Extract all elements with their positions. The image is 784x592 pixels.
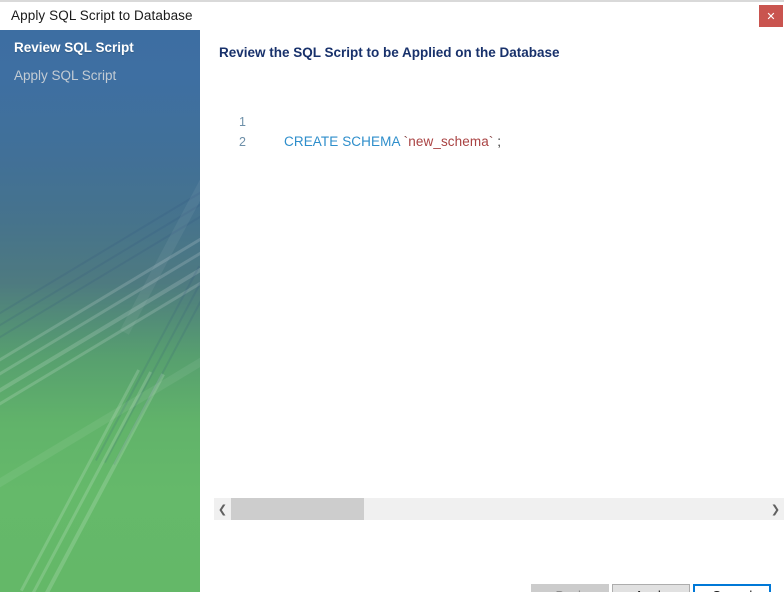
sidebar-item-review-sql-script[interactable]: Review SQL Script — [0, 40, 148, 55]
sidebar-decorative-streaks — [0, 30, 200, 592]
code-line: 1 CREATE SCHEMA `new_schema` ; — [200, 92, 784, 149]
dialog-button-bar: Back Apply Cancel — [200, 555, 784, 592]
line-number: 2 — [239, 135, 246, 149]
sidebar-item-apply-sql-script[interactable]: Apply SQL Script — [0, 68, 130, 83]
horizontal-scrollbar[interactable]: ❮ ❯ — [214, 498, 784, 520]
back-button[interactable]: Back — [531, 584, 609, 592]
sidebar-item-label: Apply SQL Script — [14, 68, 117, 83]
sql-script-editor[interactable]: 1 CREATE SCHEMA `new_schema` ; 2 — [200, 92, 784, 498]
sql-token-keyword: CREATE SCHEMA — [284, 134, 404, 149]
apply-button[interactable]: Apply — [612, 584, 690, 592]
scrollbar-track[interactable] — [231, 498, 767, 520]
title-bar: Apply SQL Script to Database ✕ — [0, 0, 784, 30]
close-icon-glyph: ✕ — [766, 9, 776, 23]
scroll-right-icon[interactable]: ❯ — [767, 498, 784, 520]
window-title: Apply SQL Script to Database — [11, 8, 193, 23]
scrollbar-thumb[interactable] — [231, 498, 364, 520]
sql-token-ident: new_schema — [408, 134, 489, 149]
apply-sql-script-dialog: Apply SQL Script to Database ✕ Review SQ… — [0, 0, 784, 592]
line-content: CREATE SCHEMA `new_schema` ; — [284, 132, 501, 152]
main-content: Review the SQL Script to be Applied on t… — [200, 30, 784, 592]
sidebar-item-label: Review SQL Script — [14, 40, 134, 55]
page-title: Review the SQL Script to be Applied on t… — [219, 45, 560, 60]
wizard-sidebar: Review SQL Script Apply SQL Script — [0, 30, 200, 592]
code-line: 2 — [200, 112, 784, 149]
close-icon[interactable]: ✕ — [759, 5, 783, 27]
cancel-button[interactable]: Cancel — [693, 584, 771, 592]
sql-token-punct: ; — [493, 134, 502, 149]
scroll-left-icon[interactable]: ❮ — [214, 498, 231, 520]
